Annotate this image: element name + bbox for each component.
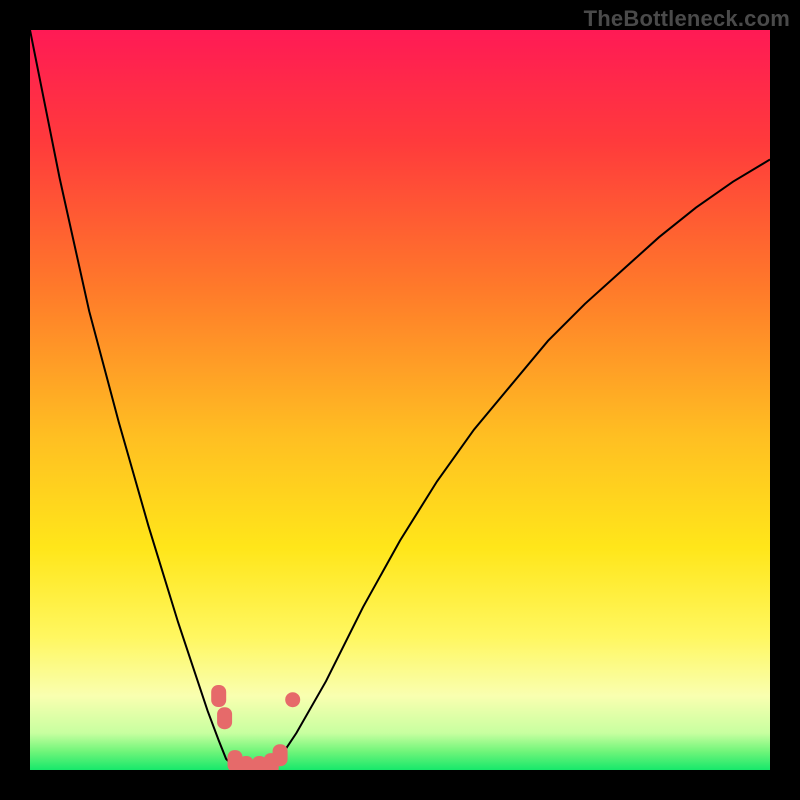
marker-dot [285, 692, 300, 707]
marker-pill [239, 756, 254, 770]
gradient-background [30, 30, 770, 770]
marker-pill [217, 707, 232, 729]
watermark-text: TheBottleneck.com [584, 6, 790, 32]
chart-svg [30, 30, 770, 770]
plot-area [30, 30, 770, 770]
marker-pill [211, 685, 226, 707]
marker-pill [273, 744, 288, 766]
chart-frame: TheBottleneck.com [0, 0, 800, 800]
